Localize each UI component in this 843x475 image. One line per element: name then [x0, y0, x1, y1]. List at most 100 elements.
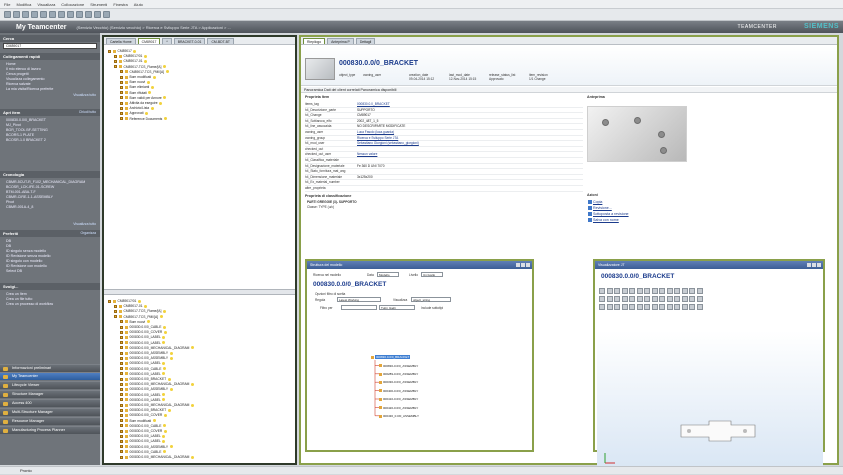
history-item[interactable]: BCOSR_LCK-IFE-01-SCREW — [6, 185, 54, 189]
quick-link-projects[interactable]: Cerca progetti — [6, 72, 29, 76]
expand-toggle-icon[interactable] — [120, 382, 123, 386]
wireframe-icon[interactable] — [599, 304, 605, 310]
zoom-icon[interactable] — [681, 304, 688, 310]
organize-link[interactable]: Organizza — [81, 231, 96, 235]
property-value[interactable]: Nessun valore — [357, 152, 377, 157]
perspective-my-teamcenter[interactable]: My Teamcenter — [0, 372, 100, 380]
perspective-lifecycle-viewer[interactable]: Lifecycle Viewer — [0, 381, 100, 389]
search-icon[interactable] — [76, 11, 83, 18]
quick-link-saved-searches[interactable]: Ricerca salvate — [6, 82, 31, 86]
tree-item[interactable]: 000830.0.0/0_LABEL — [120, 372, 166, 376]
property-value[interactable]: Ricerca e Sviluppo Serie JTA — [357, 136, 398, 141]
save-icon[interactable] — [22, 11, 29, 18]
zoom-icon[interactable] — [651, 296, 658, 302]
expand-toggle-icon[interactable] — [120, 75, 123, 79]
expand-toggle-icon[interactable] — [120, 403, 123, 407]
favorite-item[interactable]: ID Revisione con modello — [6, 264, 47, 268]
tree-item[interactable]: CM89017-TCS_PMI/[A] — [120, 70, 169, 74]
fit-icon[interactable] — [659, 296, 665, 302]
fit-icon[interactable] — [689, 304, 695, 310]
expand-toggle-icon[interactable] — [114, 304, 117, 308]
viewer-window-titlebar[interactable]: Visualizzatore JT — [595, 261, 823, 269]
paste-icon[interactable] — [49, 11, 56, 18]
tree-item[interactable]: 000830.0.0/0_MECHANICAL_DIAGRAM — [120, 455, 194, 459]
history-item[interactable]: BTM-001-ABA-T-F — [6, 190, 36, 194]
tree-item[interactable]: 000830.0.0/0_ASSEMBLY — [120, 387, 173, 391]
structure-node[interactable]: 000420-0.0/0_ASSEMBLY — [379, 405, 418, 410]
tree-item[interactable]: 000830.0.0/0_CABLE — [120, 450, 166, 454]
favorite-item[interactable]: ID Revisione senza modello — [6, 254, 51, 258]
action-copy[interactable]: Copia — [593, 200, 602, 204]
tree-item[interactable]: 000830.0.0/0_LABEL — [120, 439, 166, 443]
tree-item[interactable]: Bom rifiutati — [120, 91, 152, 95]
tree-item[interactable]: 000830.0.0/0_COVER — [120, 330, 167, 334]
shaded-icon[interactable] — [606, 304, 613, 310]
property-value[interactable]: Sebastiano Giorgioni (sebastiano_giorgio… — [357, 141, 419, 146]
expand-toggle-icon[interactable] — [120, 325, 123, 329]
snapshot-icon[interactable] — [644, 304, 650, 310]
markup-icon[interactable] — [681, 296, 688, 302]
section-icon[interactable] — [696, 304, 703, 310]
favorite-item[interactable]: ID singolo con modello — [6, 259, 42, 263]
reset-icon[interactable] — [621, 296, 628, 302]
structure-node[interactable]: 000830.0.0/0_BRACKET — [371, 355, 411, 360]
expand-toggle-icon[interactable] — [120, 117, 123, 121]
property-value[interactable]: 000830.0.0_BRACKET — [357, 102, 390, 107]
action-revise[interactable]: Revisione... — [593, 206, 612, 210]
expand-toggle-icon[interactable] — [120, 429, 123, 433]
rotate-icon[interactable] — [606, 288, 613, 294]
wireframe-icon[interactable] — [674, 288, 680, 294]
favorite-item[interactable]: DB — [6, 244, 11, 248]
expand-toggle-icon[interactable] — [120, 393, 123, 397]
refresh-icon[interactable] — [67, 11, 74, 18]
rotate-icon[interactable] — [636, 296, 643, 302]
iso-icon[interactable] — [689, 288, 695, 294]
tree-item[interactable]: 000830.0.0/0_LABEL — [120, 341, 166, 345]
quick-links-more[interactable]: Visualizza tutto — [73, 93, 96, 97]
wizard-create-workflow[interactable]: Crea un processo di workflow — [6, 302, 53, 306]
quick-link-home[interactable]: Home — [6, 62, 16, 66]
preview-title[interactable]: Anteprima — [587, 95, 605, 99]
tree-item[interactable]: Bom validi per Annore — [120, 96, 167, 100]
breadcrumb[interactable]: (Servizio Vecchio) (Servizio vecchio) > … — [76, 25, 230, 30]
open-item[interactable]: MJ_Pivot — [6, 123, 21, 127]
hide-icon[interactable] — [689, 296, 695, 302]
perspective-access[interactable]: Access 400 — [0, 399, 100, 407]
expand-toggle-icon[interactable] — [120, 434, 123, 438]
actions-title[interactable]: Azioni — [587, 193, 598, 197]
expand-toggle-icon[interactable] — [120, 341, 123, 345]
tab-bracket[interactable]: BRACKET-0-01 — [173, 38, 206, 44]
tree-item[interactable]: 000830.0.0/0_MECHANICAL_DIAGRAM — [120, 403, 194, 407]
history-item[interactable]: CBMR-001A-4_8 — [6, 205, 33, 209]
expand-toggle-icon[interactable] — [120, 356, 123, 360]
right-icon[interactable] — [606, 296, 613, 302]
wizard-create-item[interactable]: Crea un Item — [6, 292, 27, 296]
quick-links-title[interactable]: Collegamenti rapidi — [0, 53, 100, 60]
expand-toggle-icon[interactable] — [120, 408, 123, 412]
snapshot-icon[interactable] — [614, 296, 620, 302]
tree-item[interactable]: CM89017-TCS_PMI/[A] — [114, 315, 163, 319]
open-item[interactable]: BGR_TOOL BF-SETTING — [6, 128, 48, 132]
structure-node[interactable]: 000430_0.0/0_ASSEMBLY — [379, 414, 419, 419]
tree-item[interactable]: CM89017 — [108, 49, 137, 53]
checkin-icon[interactable] — [103, 11, 110, 18]
expand-toggle-icon[interactable] — [120, 111, 123, 115]
tree-item[interactable]: Bom nuovi — [120, 320, 150, 324]
maximize-icon[interactable] — [812, 263, 816, 267]
expand-toggle-icon[interactable] — [120, 85, 123, 89]
expand-toggle-icon[interactable] — [120, 106, 123, 110]
pan-icon[interactable] — [614, 288, 620, 294]
hide-icon[interactable] — [659, 288, 665, 294]
expand-toggle-icon[interactable] — [120, 96, 123, 100]
favorite-item[interactable]: ID singolo senza modello — [6, 249, 46, 253]
tree-item[interactable]: 000830.0.0/0_BRACKET — [120, 377, 171, 381]
section-icon[interactable] — [636, 288, 643, 294]
menu-tools[interactable]: Strumenti — [90, 2, 107, 7]
menu-file[interactable]: File — [4, 2, 10, 7]
expand-toggle-icon[interactable] — [114, 54, 117, 58]
cut-icon[interactable] — [31, 11, 38, 18]
history-item[interactable]: CBMR-5CUT-R_F102_MECHANICAL_DIAGRAM — [6, 180, 85, 184]
expand-toggle-icon[interactable] — [114, 65, 117, 69]
fit-icon[interactable] — [629, 288, 635, 294]
action-review[interactable]: Sottoposta a revisione — [593, 212, 629, 216]
